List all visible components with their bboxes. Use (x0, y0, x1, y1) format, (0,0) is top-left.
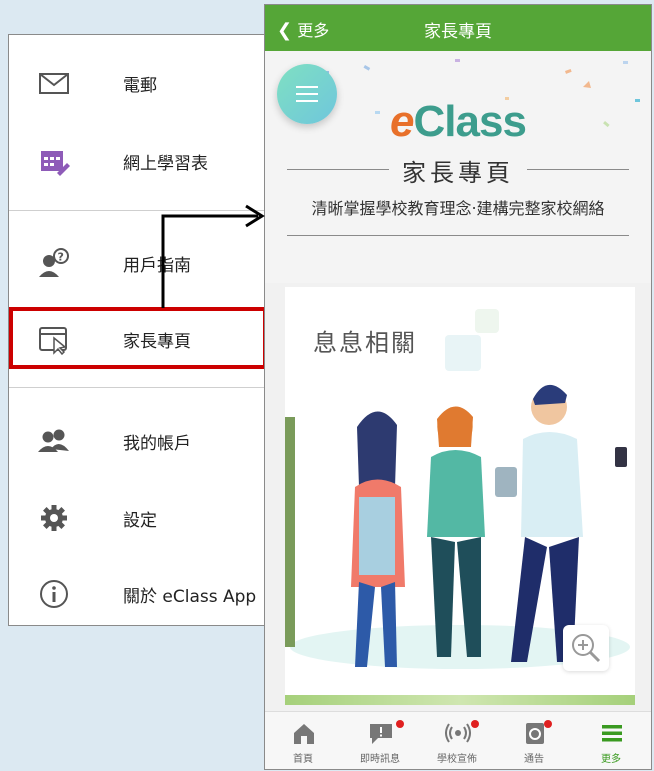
connector-arrow (161, 204, 265, 308)
